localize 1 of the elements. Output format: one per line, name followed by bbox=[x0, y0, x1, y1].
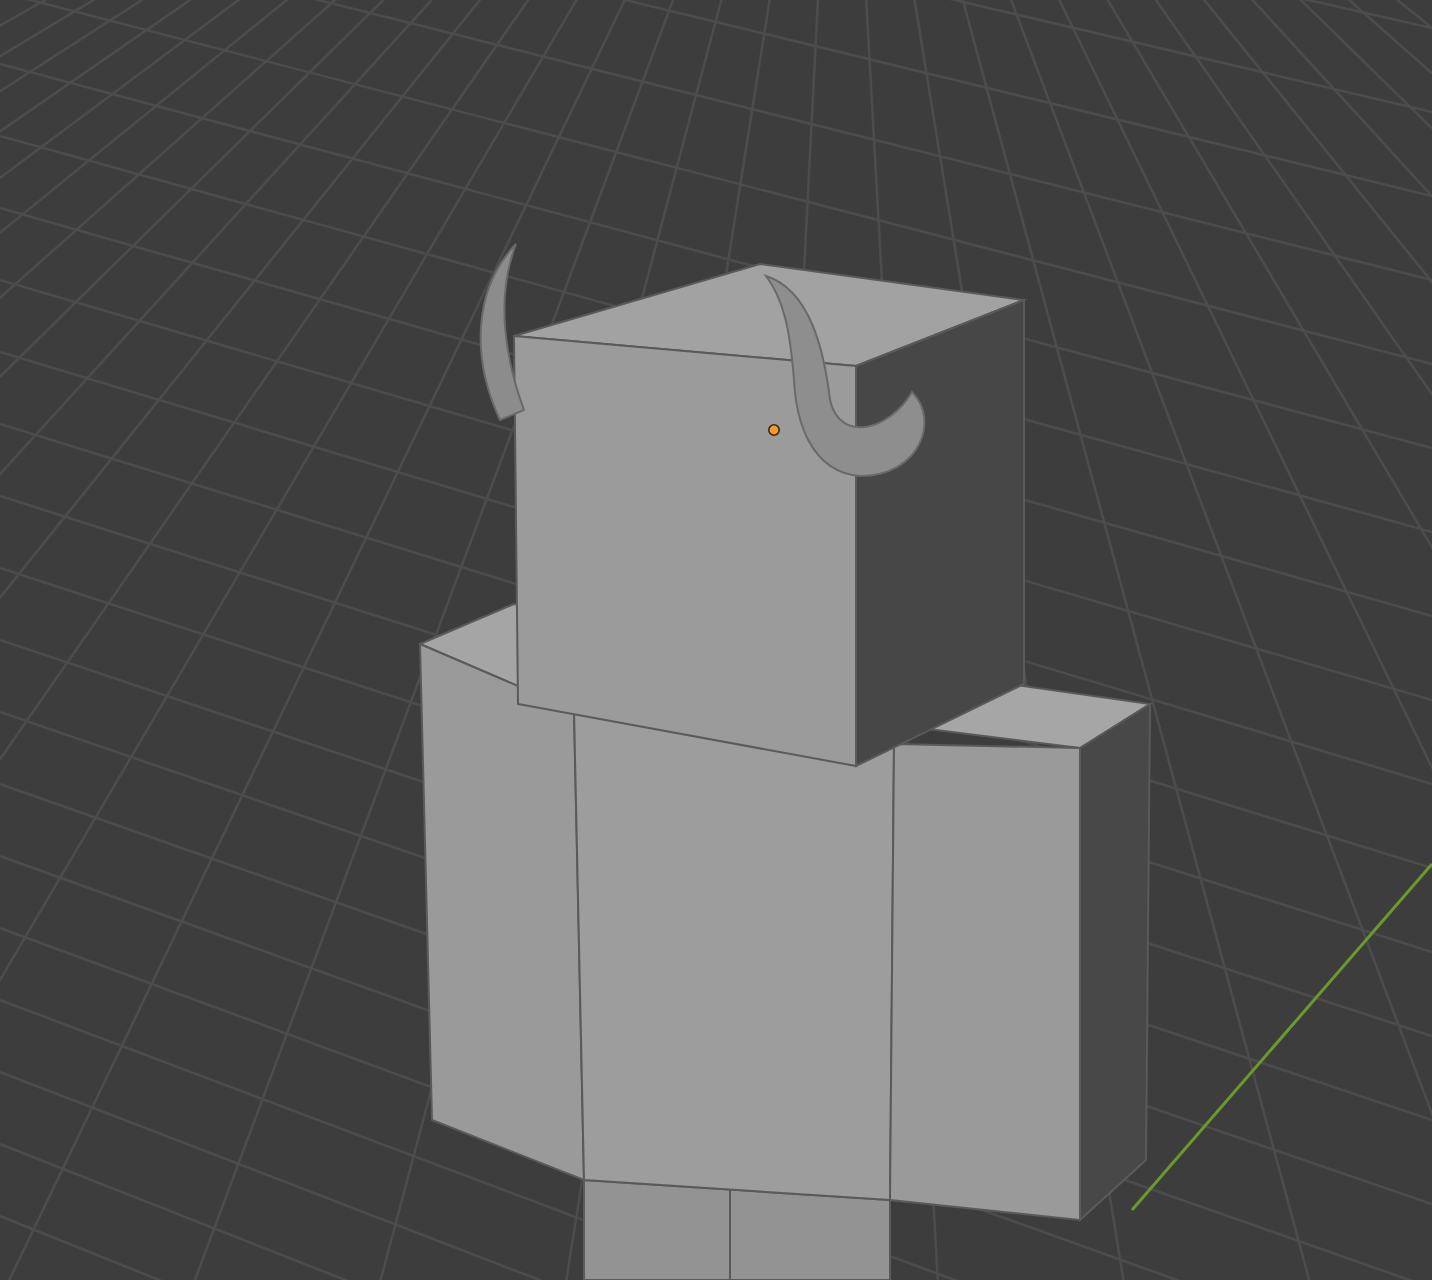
origin-point-icon bbox=[768, 424, 780, 436]
